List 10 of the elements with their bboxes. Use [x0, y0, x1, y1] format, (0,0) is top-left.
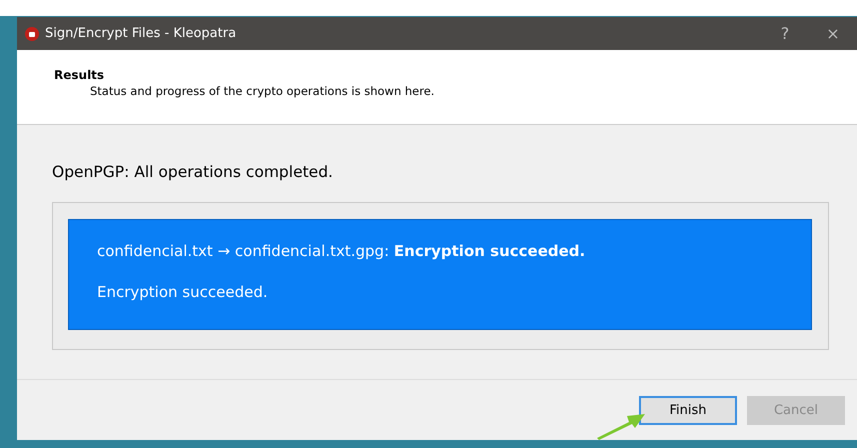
page-subtitle: Status and progress of the crypto operations is shown here. — [89, 84, 436, 98]
help-button[interactable]: ? — [761, 17, 809, 50]
close-button[interactable]: × — [809, 17, 857, 50]
app-icon — [25, 26, 39, 40]
result-text: Encryption succeeded. — [97, 283, 269, 301]
page-title: Results — [54, 68, 106, 82]
status-text: OpenPGP: All operations completed. — [52, 163, 334, 181]
window-title: Sign/Encrypt Files - Kleopatra — [45, 26, 236, 41]
dialog-button[interactable]: Finish — [639, 396, 737, 424]
result-text: confidencial.txt → confidencial.txt.gpg: Encryption succeeded. — [97, 242, 586, 260]
